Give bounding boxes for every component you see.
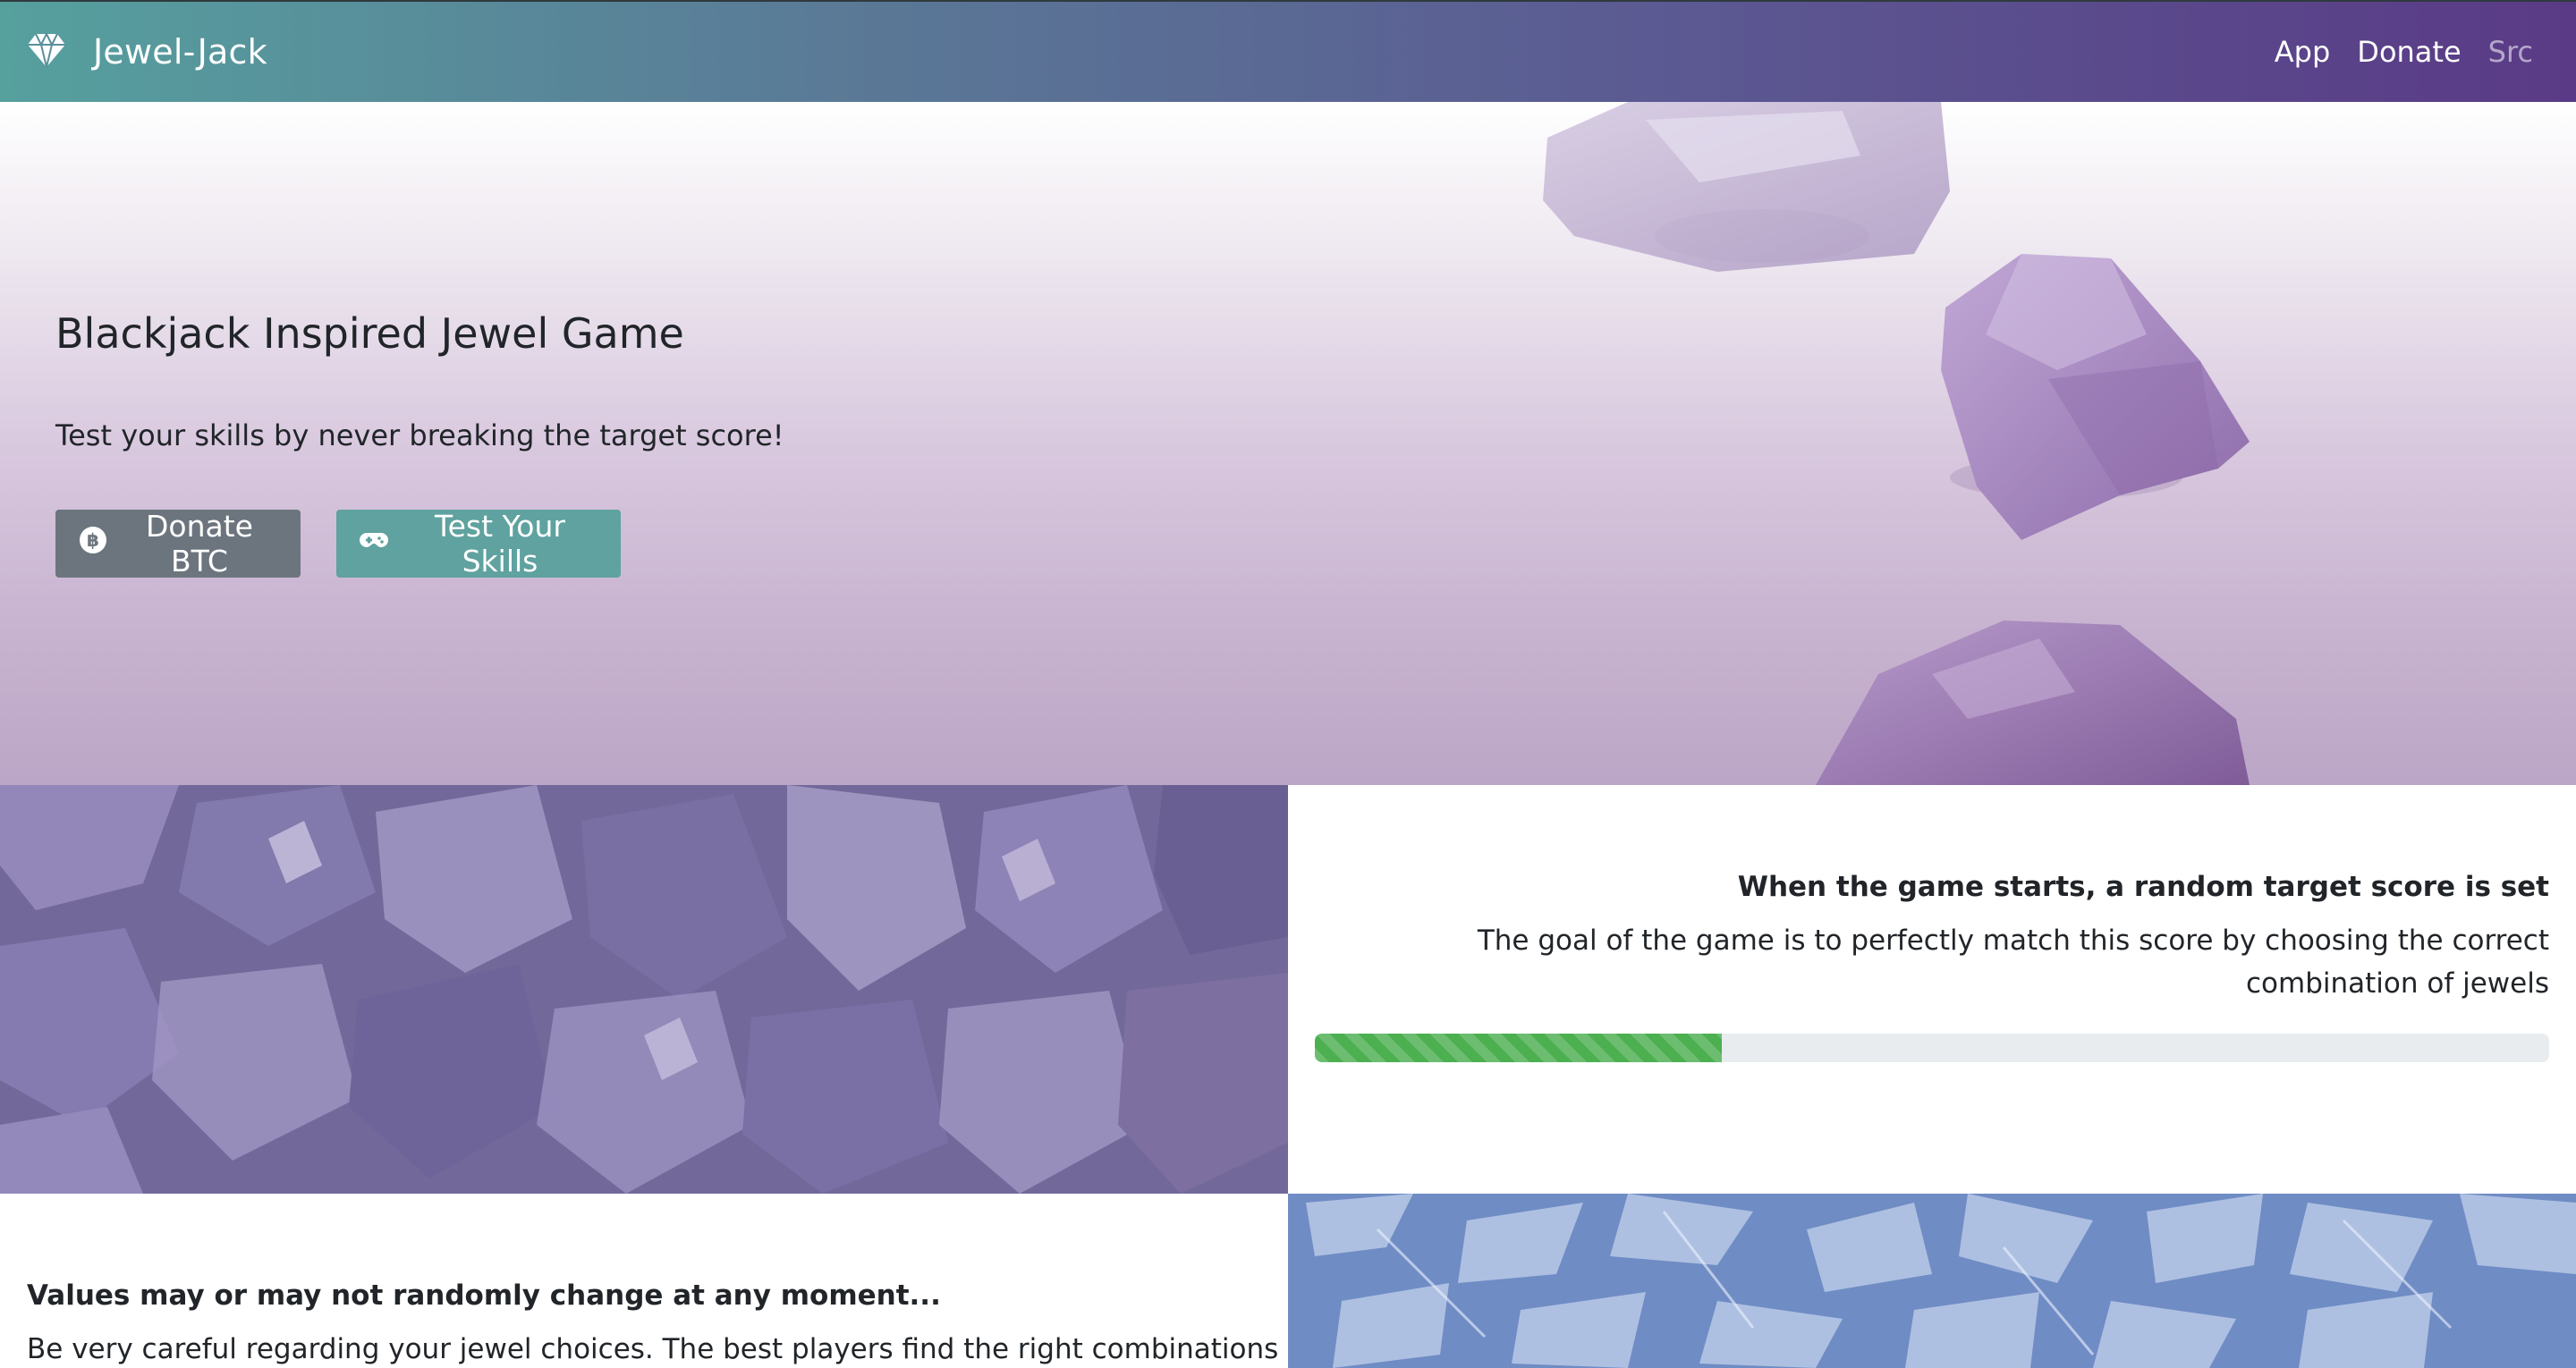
random-values-feature: Values may or may not randomly change at… <box>0 1194 1315 1368</box>
random-values-title: Values may or may not randomly change at… <box>27 1279 941 1312</box>
hero-title: Blackjack Inspired Jewel Game <box>55 309 684 358</box>
target-score-feature: When the game starts, a random target sc… <box>1288 785 2576 1194</box>
hero-section: Blackjack Inspired Jewel Game Test your … <box>0 102 2576 785</box>
target-score-title: When the game starts, a random target sc… <box>1737 871 2549 903</box>
hero-subtitle: Test your skills by never breaking the t… <box>55 418 784 452</box>
test-your-skills-label: Test Your Skills <box>435 509 565 578</box>
brand-link[interactable]: Jewel-Jack <box>27 31 267 72</box>
amethyst-gems-image <box>1543 102 2250 785</box>
donate-btc-label: Donate BTC <box>146 509 253 578</box>
progress-bar-fill <box>1315 1034 1723 1062</box>
test-your-skills-button[interactable]: Test Your Skills <box>336 509 621 578</box>
blue-crystals-image <box>1288 1194 2576 1368</box>
nav-link-src[interactable]: Src <box>2488 35 2533 69</box>
progress-bar-track <box>1315 1034 2549 1062</box>
brand-name: Jewel-Jack <box>93 32 267 72</box>
donate-btc-button[interactable]: ฿ Donate BTC <box>55 509 301 578</box>
nav-link-app[interactable]: App <box>2275 35 2331 69</box>
navbar: Jewel-Jack App Donate Src <box>0 0 2576 102</box>
amethyst-crystals-image <box>0 785 1288 1194</box>
bitcoin-icon: ฿ <box>79 526 107 562</box>
svg-text:฿: ฿ <box>87 529 99 551</box>
target-score-description: The goal of the game is to perfectly mat… <box>1477 925 2549 1000</box>
gamepad-icon <box>360 526 388 562</box>
nav-links: App Donate Src <box>2275 35 2533 69</box>
gem-icon <box>27 31 66 72</box>
random-values-description: Be very careful regarding your jewel cho… <box>27 1333 1316 1365</box>
nav-link-donate[interactable]: Donate <box>2357 35 2461 69</box>
